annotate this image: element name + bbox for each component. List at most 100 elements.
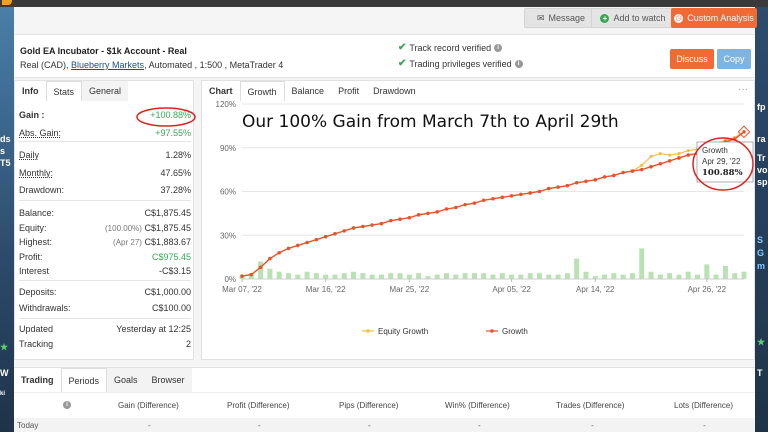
interest-label: Interest [19,266,50,276]
daily-gain-bar [499,273,505,279]
divider [19,318,191,319]
column-header[interactable]: Gain (Difference) [118,401,179,410]
growth-point [584,179,588,184]
withdrawals-row: Withdrawals: C$100.00 [19,303,191,313]
column-header[interactable]: Pips (Difference) [339,401,398,410]
daily-gain-bar [518,274,524,279]
check-icon: ✔ [398,42,407,53]
daily-gain-bar [574,258,580,279]
growth-line [241,131,745,277]
discuss-button[interactable]: Discuss [670,49,714,69]
abs-gain-label: Abs. Gain: [19,128,62,138]
monthly-row: Monthly: 47.65% [19,168,191,178]
trading-privileges-verified: ✔ Trading privileges verified i [398,58,523,69]
y-tick-label: 90% [220,144,236,153]
highest-row: Highest: (Apr 27) C$1,883.67 [19,237,191,247]
tab-balance[interactable]: Balance [285,81,332,101]
left-fragment: s [0,146,6,156]
right-fragment: ★ [757,337,766,347]
growth-point [481,198,486,203]
growth-point [388,218,393,223]
daily-gain-bar [685,271,691,279]
tab-stats[interactable]: Stats [45,81,83,101]
profit-row: Profit: C$975.45 [19,252,191,262]
tab-profit[interactable]: Profit [331,81,366,101]
column-header[interactable]: Profit (Difference) [227,401,290,410]
growth-point [556,185,560,189]
column-header[interactable]: Trades (Difference) [556,401,624,410]
left-fragment: ★ [0,342,9,352]
interest-value: -C$3.15 [158,266,191,276]
updated-value: Yesterday at 12:25 [116,324,191,334]
divider [19,200,191,201]
tab-general[interactable]: General [82,81,129,101]
gain-annotation: Our 100% Gain from March 7th to April 29… [242,112,619,132]
table-cell: - [478,421,481,430]
daily-gain-bar [555,274,561,279]
growth-point [546,186,551,191]
tab-goals[interactable]: Goals [107,368,145,393]
equity-label: Equity: [19,223,47,233]
add-to-watch-label: Add to watch [613,13,666,23]
equity-growth-point [640,163,644,167]
growth-chart: 0% 30% 60% 90% 120% Mar 07, '22 Mar 16, '22 Mar… [216,101,754,336]
legend-equity-swatch-point [366,329,370,333]
growth-point [426,211,430,216]
daily-gain-bar [732,273,738,279]
site-logo[interactable] [2,0,12,5]
table-cell: - [258,421,261,430]
envelope-icon: ✉ [536,12,545,23]
message-button[interactable]: ✉ Message [524,8,598,28]
y-tick-label: 120% [216,101,236,109]
daily-gain-bar [341,273,347,279]
daily-gain-bar [509,274,515,279]
column-header[interactable]: Lots (Difference) [674,401,733,410]
x-tick-label: Mar 16, '22 [306,285,346,294]
chart-menu-icon[interactable]: ··· [738,84,748,95]
left-fragment: W [0,368,9,378]
growth-point [565,183,570,188]
daily-gain-bar [536,273,542,279]
x-tick-label: Apr 05, '22 [492,285,531,294]
custom-analysis-button[interactable]: ◷ Custom Analysis [671,8,757,28]
right-background-strip: fp ra Tr vo sp S G m ★ T [755,7,768,432]
daily-gain-bar [481,273,487,279]
copy-button[interactable]: Copy [717,49,751,69]
growth-point [444,207,449,211]
tab-trading[interactable]: Trading [14,368,61,393]
info-icon[interactable]: i [494,43,503,52]
daily-gain-bar [676,274,682,279]
left-fragment: ki [0,391,6,397]
tab-chart[interactable]: Chart [202,81,240,101]
info-icon[interactable]: i [63,401,71,409]
periods-table-header: i Gain (Difference) Profit (Difference) … [14,392,755,418]
tab-growth[interactable]: Growth [239,81,285,101]
right-fragment: ra [757,134,766,144]
account-details: , Automated , 1:500 , MetaTrader 4 [144,60,284,70]
left-fragment: ds [0,134,11,144]
tab-info[interactable]: Info [15,81,46,101]
daily-label: Daily [19,150,40,160]
add-to-watch-button[interactable]: + Add to watch [591,8,675,28]
daily-gain-bar [583,271,589,279]
account-title: Gold EA Incubator - $1k Account - Real [20,46,187,56]
daily-gain-bar [313,273,319,279]
growth-point [537,189,542,194]
account-subtitle: Real (CAD), Blueberry Markets, Automated… [20,60,283,70]
stats-tabs: Info Stats General [15,81,129,101]
info-icon[interactable]: i [514,59,523,68]
divider [19,141,191,142]
column-header[interactable]: Win% (Difference) [445,401,510,410]
account-header: Gold EA Incubator - $1k Account - Real R… [14,34,755,78]
tab-drawdown[interactable]: Drawdown [366,81,423,101]
chart-panel: Chart Growth Balance Profit Drawdown ···… [201,80,755,360]
growth-point [602,175,607,179]
daily-gain-bar [667,273,673,279]
balance-label: Balance: [19,208,55,218]
y-tick-label: 0% [224,275,236,284]
tab-periods[interactable]: Periods [60,368,108,393]
tab-browser[interactable]: Browser [144,368,192,393]
broker-link[interactable]: Blueberry Markets [71,60,144,70]
equity-growth-point [677,151,681,156]
profit-label: Profit: [19,252,43,262]
